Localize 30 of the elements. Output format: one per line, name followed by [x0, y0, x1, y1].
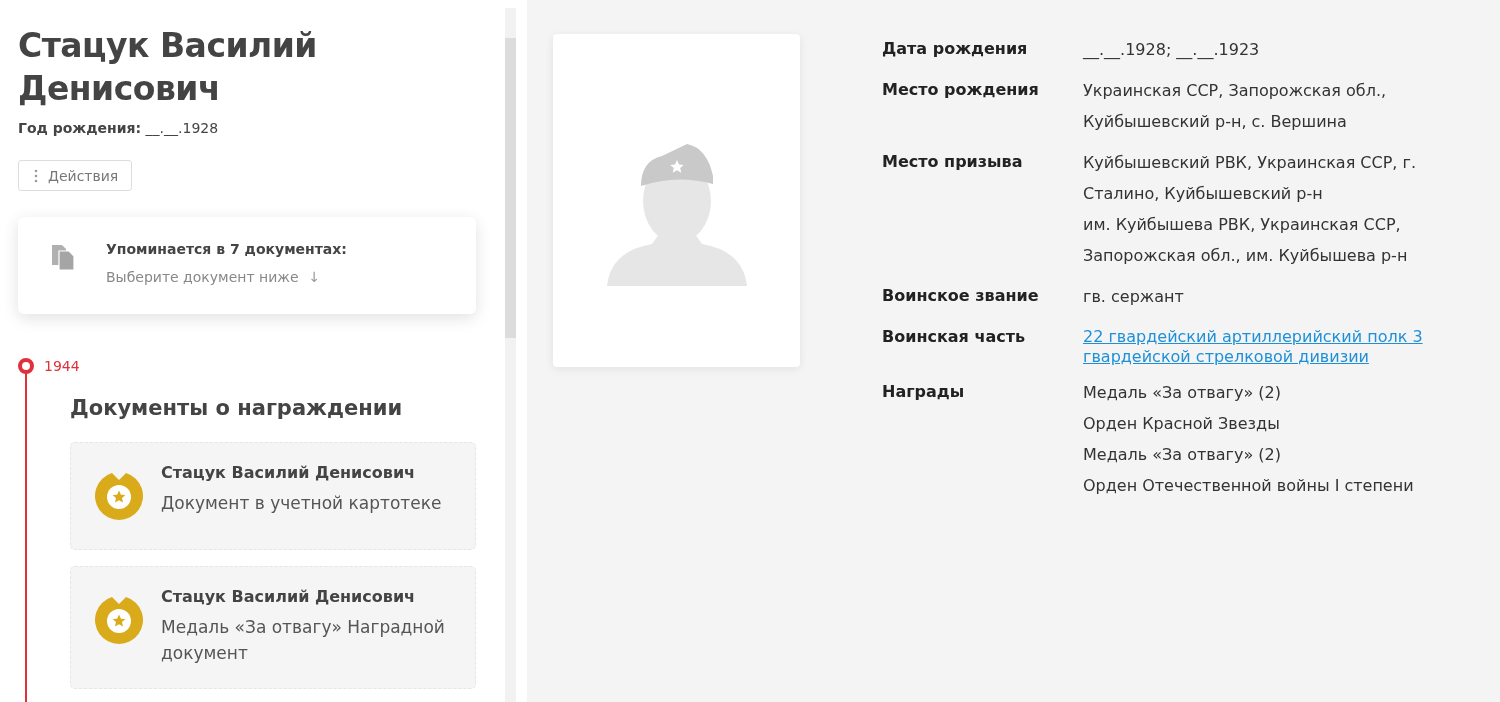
field-value: гв. сержант: [1083, 286, 1185, 308]
field-value: Орден Красной Звезды: [1083, 413, 1281, 435]
section-title: Документы о награждении: [70, 396, 404, 420]
document-description: Документ в учетной картотеке: [161, 492, 442, 515]
document-description: Медаль «За отвагу» Наградной документ: [161, 616, 446, 665]
mentions-hint: Выберите документ ниже: [106, 269, 299, 285]
timeline-year: 1944: [44, 358, 80, 374]
document-person-name: Стацук Василий Денисович: [161, 587, 417, 606]
field-value: Орден Отечественной войны I степени: [1083, 475, 1415, 497]
document-person-name: Стацук Василий Денисович: [161, 463, 417, 482]
document-card[interactable]: Стацук Василий Денисович Медаль «За отвагу» Наградной документ: [70, 566, 476, 689]
down-arrow-icon: ↓: [308, 269, 321, 285]
field-value: __.__.1928; __.__.1923: [1083, 39, 1261, 62]
field-label: Награды: [882, 381, 966, 403]
field-label: Воинская часть: [882, 326, 1027, 348]
actions-button[interactable]: Действия: [18, 160, 133, 191]
field-label: Место призыва: [882, 151, 1024, 173]
field-label: Место рождения: [882, 79, 1040, 101]
more-icon: [34, 168, 38, 183]
field-value: Украинская ССР, Запорожская обл., Куйбышевский р-н, с. Вершина: [1083, 80, 1388, 133]
field-label: Дата рождения: [882, 38, 1029, 60]
birth-year: Год рождения: __.__.1928: [18, 120, 220, 136]
document-card[interactable]: Стацук Василий Денисович Документ в учетной картотеке: [70, 442, 476, 550]
person-name: Стацук Василий Денисович: [18, 25, 318, 110]
field-value: Медаль «За отвагу» (2): [1083, 444, 1282, 466]
field-value: Медаль «За отвагу» (2): [1083, 382, 1282, 404]
scrollbar-thumb[interactable]: [505, 38, 516, 338]
mentions-title: Упоминается в 7 документах:: [106, 241, 347, 257]
field-value: им. Куйбышева РВК, Украинская ССР, Запорожская обл., им. Куйбышева р-н: [1083, 214, 1409, 267]
field-label: Воинское звание: [882, 285, 1040, 307]
